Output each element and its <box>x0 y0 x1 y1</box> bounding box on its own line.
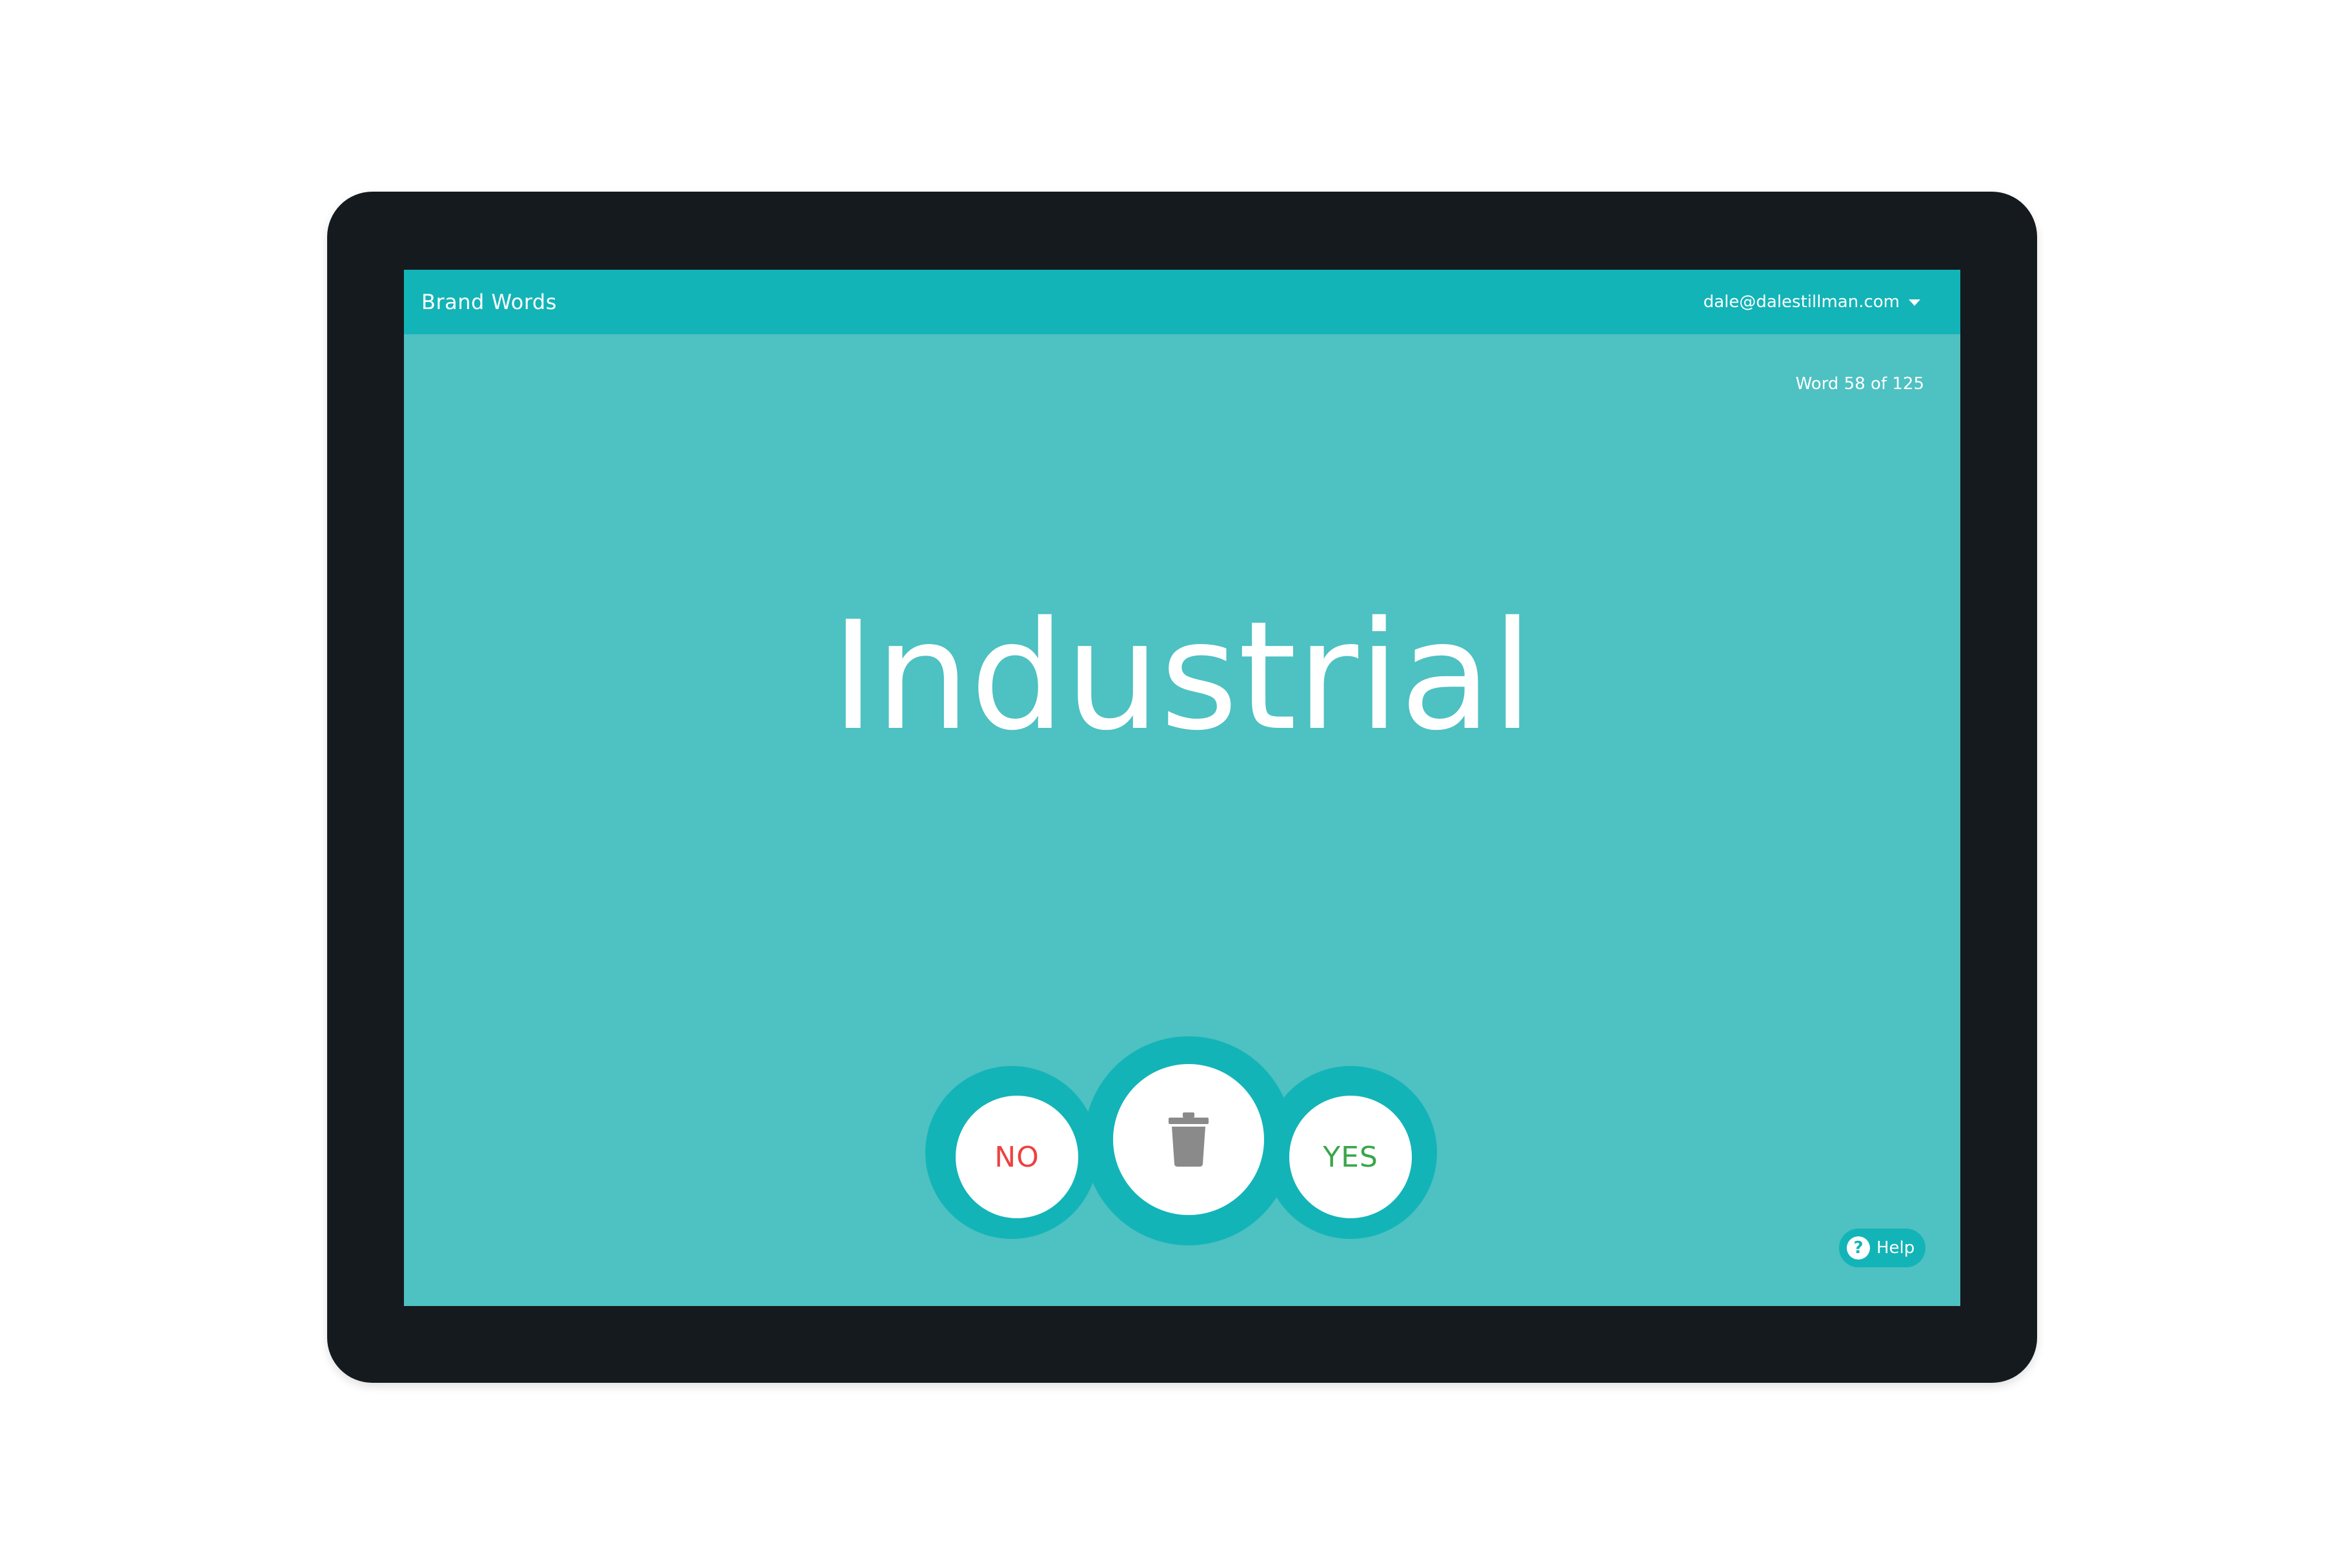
no-label: NO <box>994 1140 1040 1174</box>
help-button[interactable]: ? Help <box>1839 1229 1925 1267</box>
app-screen: Brand Words dale@dalestillman.com Word 5… <box>404 270 1960 1306</box>
trash-icon <box>1169 1112 1209 1167</box>
question-mark-icon: ? <box>1847 1236 1870 1260</box>
delete-button[interactable] <box>1113 1064 1264 1215</box>
help-label: Help <box>1876 1238 1915 1258</box>
no-button[interactable]: NO <box>956 1096 1078 1218</box>
yes-label: YES <box>1323 1140 1378 1174</box>
answer-controls: NO YES <box>404 270 1960 1306</box>
yes-button[interactable]: YES <box>1289 1096 1412 1218</box>
